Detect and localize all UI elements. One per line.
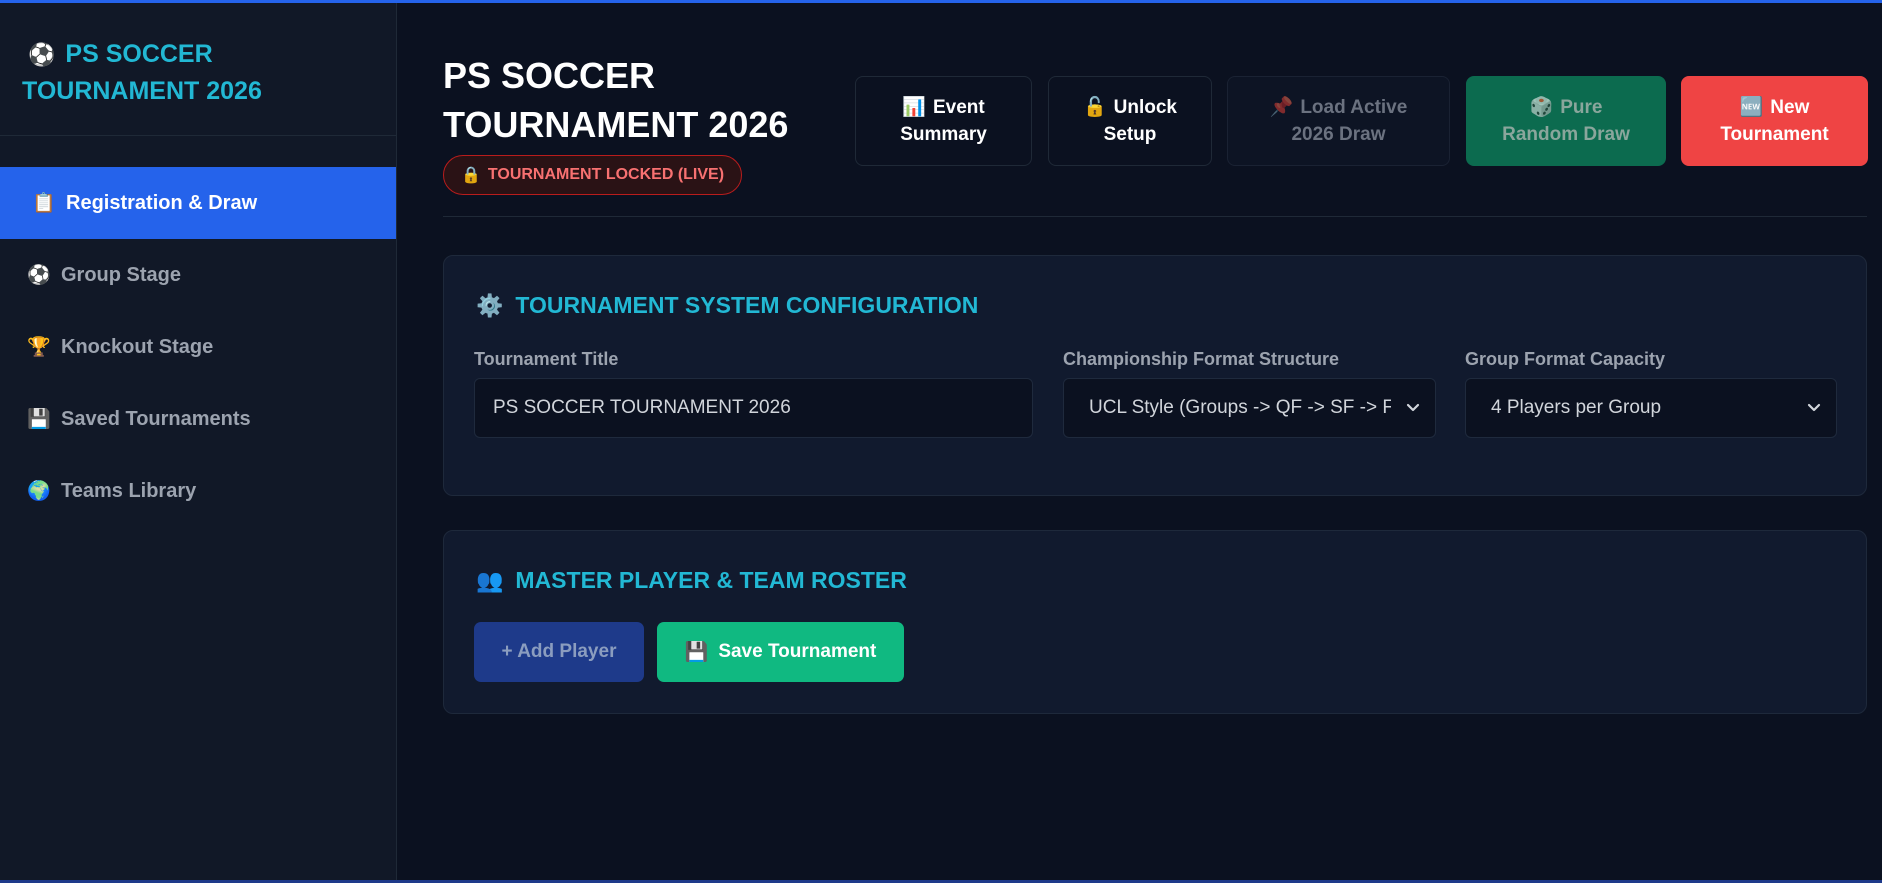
unlock-setup-line-2: Setup <box>1103 124 1157 145</box>
globe-icon: 🌍 <box>27 481 51 502</box>
random-draw-line-2: Random Draw <box>1502 124 1630 145</box>
page-title-line-2: TOURNAMENT 2026 <box>443 104 789 145</box>
roster-card-title-text: MASTER PLAYER & TEAM ROSTER <box>515 567 907 593</box>
sidebar-item-label: Saved Tournaments <box>61 407 251 430</box>
sidebar-item-saved-tournaments[interactable]: 💾 Saved Tournaments <box>0 383 396 455</box>
lock-icon: 🔒 <box>460 167 481 184</box>
format-value: UCL Style (Groups -> QF -> SF -> Final) <box>1089 397 1391 418</box>
format-label: Championship Format Structure <box>1063 349 1340 369</box>
trophy-icon: 🏆 <box>27 337 51 358</box>
gear-icon: ⚙️ <box>476 292 504 318</box>
chevron-down-icon <box>1807 403 1821 412</box>
roster-card: 👥 MASTER PLAYER & TEAM ROSTER + Add Play… <box>443 530 1867 714</box>
random-draw-line-1: Pure <box>1560 97 1603 118</box>
group-capacity-label: Group Format Capacity <box>1465 349 1666 369</box>
unlock-setup-button[interactable]: 🔓 Unlock Setup <box>1048 76 1212 166</box>
status-badge-label: TOURNAMENT LOCKED (LIVE) <box>487 166 725 183</box>
sidebar-item-registration-draw[interactable]: 📋 Registration & Draw <box>0 167 396 239</box>
dice-icon: 🎲 <box>1529 97 1554 118</box>
soccer-ball-icon: ⚽ <box>27 265 51 286</box>
config-card-title: ⚙️ TOURNAMENT SYSTEM CONFIGURATION <box>476 292 978 319</box>
sidebar-item-label: Registration & Draw <box>66 191 258 214</box>
random-draw-button[interactable]: 🎲 Pure Random Draw <box>1466 76 1666 166</box>
event-summary-line-2: Summary <box>900 124 987 145</box>
tournament-title-input[interactable]: PS SOCCER TOURNAMENT 2026 <box>474 378 1033 438</box>
app-root: ⚽ PS SOCCER TOURNAMENT 2026 📋 Registratio… <box>0 0 1882 883</box>
people-icon: 👥 <box>476 567 504 593</box>
sidebar-nav: 📋 Registration & Draw ⚽ Group Stage 🏆 Kn… <box>0 167 396 527</box>
brand: ⚽ PS SOCCER TOURNAMENT 2026 <box>0 3 396 136</box>
sidebar-item-knockout-stage[interactable]: 🏆 Knockout Stage <box>0 311 396 383</box>
chevron-down-icon <box>1406 403 1420 412</box>
tournament-title-value: PS SOCCER TOURNAMENT 2026 <box>493 397 791 418</box>
sidebar-item-label: Knockout Stage <box>61 335 214 358</box>
floppy-disk-icon: 💾 <box>27 409 51 430</box>
sidebar-item-teams-library[interactable]: 🌍 Teams Library <box>0 455 396 527</box>
new-tournament-button[interactable]: 🆕 New Tournament <box>1681 76 1868 166</box>
format-select[interactable]: UCL Style (Groups -> QF -> SF -> Final) <box>1063 378 1436 438</box>
config-card: ⚙️ TOURNAMENT SYSTEM CONFIGURATION Tourn… <box>443 255 1867 496</box>
unlock-setup-line-1: Unlock <box>1113 97 1178 118</box>
clipboard-icon: 📋 <box>32 193 56 214</box>
roster-card-title: 👥 MASTER PLAYER & TEAM ROSTER <box>476 567 907 594</box>
new-badge-icon: 🆕 <box>1739 97 1764 118</box>
event-summary-button[interactable]: 📊 Event Summary <box>855 76 1032 166</box>
sidebar-item-group-stage[interactable]: ⚽ Group Stage <box>0 239 396 311</box>
main-content: PS SOCCER TOURNAMENT 2026 🔒 TOURNAMENT L… <box>398 3 1882 880</box>
new-tournament-line-1: New <box>1770 97 1810 118</box>
unlock-icon: 🔓 <box>1082 97 1107 118</box>
status-badge: 🔒 TOURNAMENT LOCKED (LIVE) <box>443 155 742 195</box>
brand-line-2: TOURNAMENT 2026 <box>22 77 262 105</box>
load-active-line-1: Load Active <box>1300 97 1408 118</box>
sidebar-item-label: Teams Library <box>61 479 197 502</box>
brand-line-1: PS SOCCER <box>65 40 213 68</box>
load-active-draw-button[interactable]: 📌 Load Active 2026 Draw <box>1227 76 1450 166</box>
group-capacity-select[interactable]: 4 Players per Group <box>1465 378 1837 438</box>
sidebar: ⚽ PS SOCCER TOURNAMENT 2026 📋 Registratio… <box>0 3 397 880</box>
add-player-button[interactable]: + Add Player <box>474 622 644 682</box>
config-card-title-text: TOURNAMENT SYSTEM CONFIGURATION <box>515 292 979 318</box>
load-active-line-2: 2026 Draw <box>1291 124 1386 145</box>
sidebar-item-label: Group Stage <box>61 263 182 286</box>
event-summary-line-1: Event <box>932 97 985 118</box>
soccer-ball-icon: ⚽ <box>28 42 56 67</box>
tournament-title-label: Tournament Title <box>474 349 619 369</box>
group-capacity-value: 4 Players per Group <box>1491 397 1662 418</box>
bar-chart-icon: 📊 <box>902 97 926 118</box>
save-tournament-button[interactable]: 💾 Save Tournament <box>657 622 904 682</box>
page-title: PS SOCCER TOURNAMENT 2026 <box>443 51 823 149</box>
header-divider <box>443 216 1867 217</box>
new-tournament-line-2: Tournament <box>1720 124 1829 145</box>
pushpin-icon: 📌 <box>1269 97 1294 118</box>
floppy-disk-icon: 💾 <box>684 642 709 663</box>
save-tournament-label: Save Tournament <box>718 641 877 662</box>
page-title-line-1: PS SOCCER <box>443 55 656 96</box>
brand-title: ⚽ PS SOCCER TOURNAMENT 2026 <box>22 36 374 109</box>
